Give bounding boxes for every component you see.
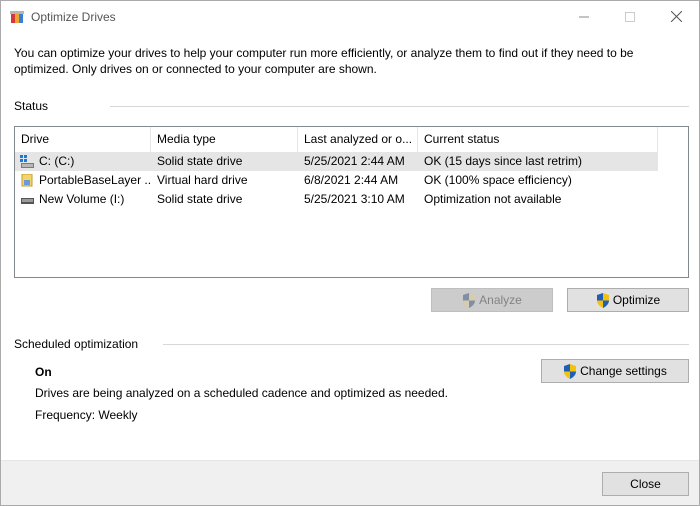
drives-list[interactable]: Drive Media type Last analyzed or o... C… <box>14 126 689 278</box>
status-divider <box>110 106 689 107</box>
drive-name: New Volume (I:) <box>39 192 125 206</box>
media-type: Solid state drive <box>157 192 243 206</box>
system-drive-icon <box>20 155 34 168</box>
close-window-button[interactable] <box>653 1 699 32</box>
virtual-drive-icon <box>21 174 33 187</box>
uac-shield-icon <box>564 363 577 379</box>
column-media-type[interactable]: Media type <box>151 127 298 152</box>
media-type: Solid state drive <box>157 154 243 168</box>
maximize-icon <box>625 11 635 22</box>
drives-list-header: Drive Media type Last analyzed or o... C… <box>15 127 658 152</box>
schedule-frequency: Frequency: Weekly <box>35 408 138 422</box>
column-drive[interactable]: Drive <box>15 127 151 152</box>
maximize-button[interactable] <box>607 1 653 32</box>
media-type: Virtual hard drive <box>157 173 248 187</box>
scheduled-divider <box>163 344 689 345</box>
title-bar[interactable]: Optimize Drives <box>1 1 699 32</box>
column-last-analyzed[interactable]: Last analyzed or o... <box>298 127 418 152</box>
last-analyzed: 5/25/2021 2:44 AM <box>304 154 405 168</box>
drive-icon <box>21 198 34 204</box>
analyze-button[interactable]: Analyze <box>431 288 553 312</box>
current-status: OK (100% space efficiency) <box>424 173 572 187</box>
defrag-app-icon <box>10 11 24 23</box>
close-label: Close <box>630 477 661 491</box>
last-analyzed: 5/25/2021 3:10 AM <box>304 192 405 206</box>
minimize-button[interactable] <box>561 1 607 32</box>
window-title: Optimize Drives <box>31 10 116 24</box>
last-analyzed: 6/8/2021 2:44 AM <box>304 173 399 187</box>
uac-shield-icon <box>596 292 609 308</box>
minimize-icon <box>579 16 589 17</box>
current-status: Optimization not available <box>424 192 562 206</box>
drive-name: C: (C:) <box>39 154 75 168</box>
close-icon <box>670 11 682 22</box>
change-settings-label: Change settings <box>580 364 667 378</box>
change-settings-button[interactable]: Change settings <box>541 359 689 383</box>
optimize-drives-window: Optimize Drives You can optimize your dr… <box>0 0 700 506</box>
close-button[interactable]: Close <box>602 472 689 496</box>
status-section-label: Status <box>14 99 49 113</box>
uac-shield-icon <box>463 292 476 308</box>
schedule-details: Drives are being analyzed on a scheduled… <box>35 386 448 400</box>
analyze-label: Analyze <box>479 293 522 307</box>
drive-name: PortableBaseLayer ... <box>39 173 151 187</box>
drive-row-c[interactable]: C: (C:) Solid state drive 5/25/2021 2:44… <box>15 152 658 171</box>
drive-row-portable[interactable]: PortableBaseLayer ... Virtual hard drive… <box>15 171 658 190</box>
description-text: You can optimize your drives to help you… <box>14 46 634 76</box>
schedule-state: On <box>35 365 52 379</box>
scheduled-section-label: Scheduled optimization <box>14 337 139 351</box>
column-current-status[interactable]: Current status <box>418 127 658 152</box>
optimize-button[interactable]: Optimize <box>567 288 689 312</box>
dialog-footer: Close <box>1 460 699 505</box>
current-status: OK (15 days since last retrim) <box>424 154 583 168</box>
optimize-label: Optimize <box>612 293 661 307</box>
drive-row-i[interactable]: New Volume (I:) Solid state drive 5/25/2… <box>15 190 658 209</box>
